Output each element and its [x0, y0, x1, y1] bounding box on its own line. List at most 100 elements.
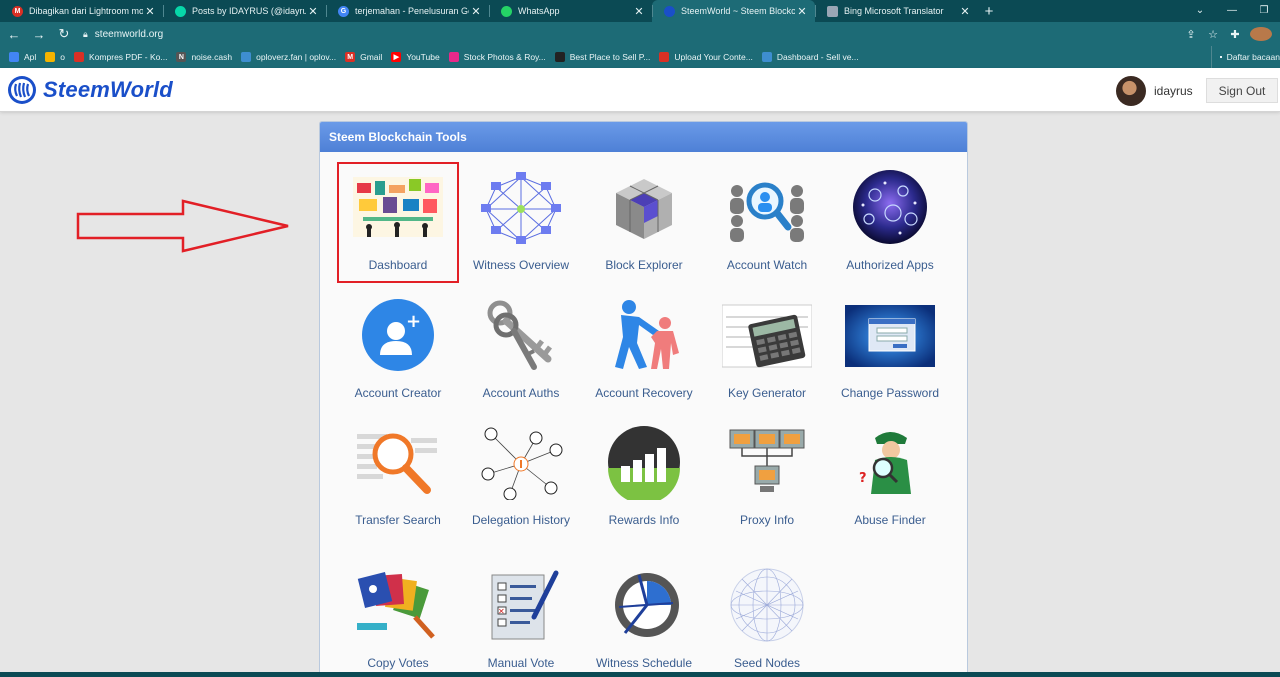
tab-title: Posts by IDAYRUS (@idayrus) — — [192, 6, 306, 16]
chevron-down-icon[interactable]: ⌄ — [1184, 0, 1216, 22]
tool-copy-votes[interactable]: Copy Votes — [338, 567, 458, 671]
star-icon[interactable]: ☆ — [1202, 28, 1224, 41]
new-tab-icon[interactable]: + — [978, 0, 1000, 22]
close-tab-icon[interactable]: ✕ — [958, 5, 972, 18]
tool-account-recovery[interactable]: Account Recovery — [584, 297, 704, 401]
close-tab-icon[interactable]: ✕ — [469, 5, 483, 18]
tool-label: Abuse Finder — [854, 513, 926, 527]
proxy-info-icon — [722, 424, 812, 500]
site-header: SteemWorld idayrus Sign Out — [0, 68, 1280, 112]
browser-tab[interactable]: Posts by IDAYRUS (@idayrus) — ✕ — [163, 0, 326, 22]
minimize-icon[interactable]: — — [1216, 0, 1248, 22]
window-controls: ⌄ — ❐ — [1184, 0, 1280, 22]
tool-label: Account Auths — [482, 386, 560, 400]
whatsapp-icon — [501, 5, 512, 17]
tool-label: Account Watch — [726, 258, 808, 272]
username: idayrus — [1154, 84, 1193, 98]
user-menu[interactable]: idayrus — [1116, 76, 1193, 106]
bookmark-item[interactable]: o — [45, 52, 65, 62]
translator-icon — [827, 5, 838, 17]
bookmark-item[interactable]: ▶ YouTube — [391, 52, 440, 62]
dashboard-highlight-box — [337, 162, 459, 283]
bookmark-item[interactable]: Best Place to Sell P... — [554, 52, 650, 62]
bookmark-item[interactable]: Upload Your Conte... — [659, 52, 753, 62]
bookmark-item[interactable]: Dashboard - Sell ve... — [761, 52, 859, 62]
close-tab-icon[interactable]: ✕ — [795, 5, 809, 18]
browser-tab[interactable]: G terjemahan - Penelusuran Google ✕ — [326, 0, 489, 22]
annotation-arrow-icon — [76, 199, 289, 253]
extensions-icon[interactable]: ✚ — [1224, 28, 1246, 41]
tool-witness-overview[interactable]: Witness Overview — [461, 169, 581, 273]
youtube-icon: ▶ — [391, 52, 402, 62]
tool-block-explorer[interactable]: Block Explorer — [584, 169, 704, 273]
bookmark-label: Dashboard - Sell ve... — [776, 52, 859, 62]
blogger-icon — [45, 52, 56, 62]
bookmark-item[interactable]: oploverz.fan | oplov... — [241, 52, 336, 62]
sell-photos-icon — [554, 52, 565, 62]
copy-votes-icon — [353, 567, 443, 643]
site-logo[interactable]: SteemWorld — [7, 75, 173, 105]
browser-tab[interactable]: WhatsApp ✕ — [489, 0, 652, 22]
bookmark-label: Upload Your Conte... — [674, 52, 753, 62]
close-tab-icon[interactable]: ✕ — [632, 5, 646, 18]
tool-witness-schedule[interactable]: Witness Schedule — [584, 567, 704, 671]
tool-account-auths[interactable]: Account Auths — [461, 297, 581, 401]
tool-transfer-search[interactable]: Transfer Search — [338, 424, 458, 528]
tool-label: Proxy Info — [739, 513, 795, 527]
pdf-icon — [74, 52, 85, 62]
bookmark-item[interactable]: M Gmail — [345, 52, 382, 62]
tool-authorized-apps[interactable]: Authorized Apps — [830, 169, 950, 273]
tool-abuse-finder[interactable]: ? Abuse Finder — [830, 424, 950, 528]
close-tab-icon[interactable]: ✕ — [306, 5, 320, 18]
bookmark-label: YouTube — [406, 52, 440, 62]
key-generator-icon — [721, 297, 813, 373]
seed-nodes-icon — [722, 567, 812, 643]
tool-label: Delegation History — [471, 513, 571, 527]
svg-text:?: ? — [859, 471, 867, 486]
tool-label: Account Recovery — [595, 386, 693, 400]
tool-seed-nodes[interactable]: Seed Nodes — [707, 567, 827, 671]
noise-cash-icon: N — [176, 52, 187, 62]
tool-proxy-info[interactable]: Proxy Info — [707, 424, 827, 528]
reading-list[interactable]: Daftar bacaan — [1210, 46, 1280, 68]
tool-delegation-history[interactable]: Delegation History — [461, 424, 581, 528]
witness-schedule-icon — [599, 567, 689, 643]
tool-change-password[interactable]: Change Password — [830, 297, 950, 401]
authorized-apps-icon — [845, 169, 935, 245]
dashboard-bookmark-icon — [761, 52, 772, 62]
oploverz-icon — [241, 52, 252, 62]
sign-out-button[interactable]: Sign Out — [1206, 78, 1278, 103]
close-tab-icon[interactable]: ✕ — [143, 5, 157, 18]
browser-tab-strip: M Dibagikan dari Lightroom mobile ✕ Post… — [0, 0, 1280, 22]
tool-account-watch[interactable]: Account Watch — [707, 169, 827, 273]
tool-rewards-info[interactable]: Rewards Info — [584, 424, 704, 528]
browser-tab[interactable]: M Dibagikan dari Lightroom mobile ✕ — [0, 0, 163, 22]
address-bar: ← → ↻ 🔒︎ steemworld.org ⇪ ☆ ✚ — [0, 22, 1280, 46]
url-field[interactable]: 🔒︎ steemworld.org — [83, 24, 1180, 44]
tool-label: Authorized Apps — [846, 258, 934, 272]
tool-label: Witness Overview — [472, 258, 570, 272]
forward-icon[interactable]: → — [28, 27, 50, 42]
delegation-history-icon — [476, 424, 566, 501]
bookmark-item[interactable]: Kompres PDF - Ko... — [74, 52, 167, 62]
tool-account-creator[interactable]: + Account Creator — [338, 297, 458, 401]
bookmark-apps[interactable]: Apl — [9, 52, 36, 62]
tool-label: Rewards Info — [608, 513, 680, 527]
avatar[interactable] — [1116, 76, 1146, 106]
tool-key-generator[interactable]: Key Generator — [707, 297, 827, 401]
change-password-icon — [845, 297, 935, 373]
share-icon[interactable]: ⇪ — [1180, 28, 1202, 41]
tool-manual-vote[interactable]: ✕ Manual Vote — [461, 567, 581, 671]
browser-tab-active[interactable]: SteemWorld ~ Steem Blockchain ✕ — [652, 0, 815, 22]
restore-icon[interactable]: ❐ — [1248, 0, 1280, 22]
back-icon[interactable]: ← — [3, 27, 25, 42]
tab-title: terjemahan - Penelusuran Google — [355, 6, 469, 16]
reload-icon[interactable]: ↻ — [53, 26, 75, 42]
browser-tab[interactable]: Bing Microsoft Translator ✕ — [815, 0, 978, 22]
bookmark-item[interactable]: Stock Photos & Roy... — [448, 52, 546, 62]
bookmark-item[interactable]: N noise.cash — [176, 52, 232, 62]
block-explorer-icon — [599, 169, 689, 245]
profile-avatar-icon[interactable] — [1250, 27, 1272, 41]
bookmark-label: Apl — [24, 52, 37, 62]
tool-label: Block Explorer — [605, 258, 683, 272]
